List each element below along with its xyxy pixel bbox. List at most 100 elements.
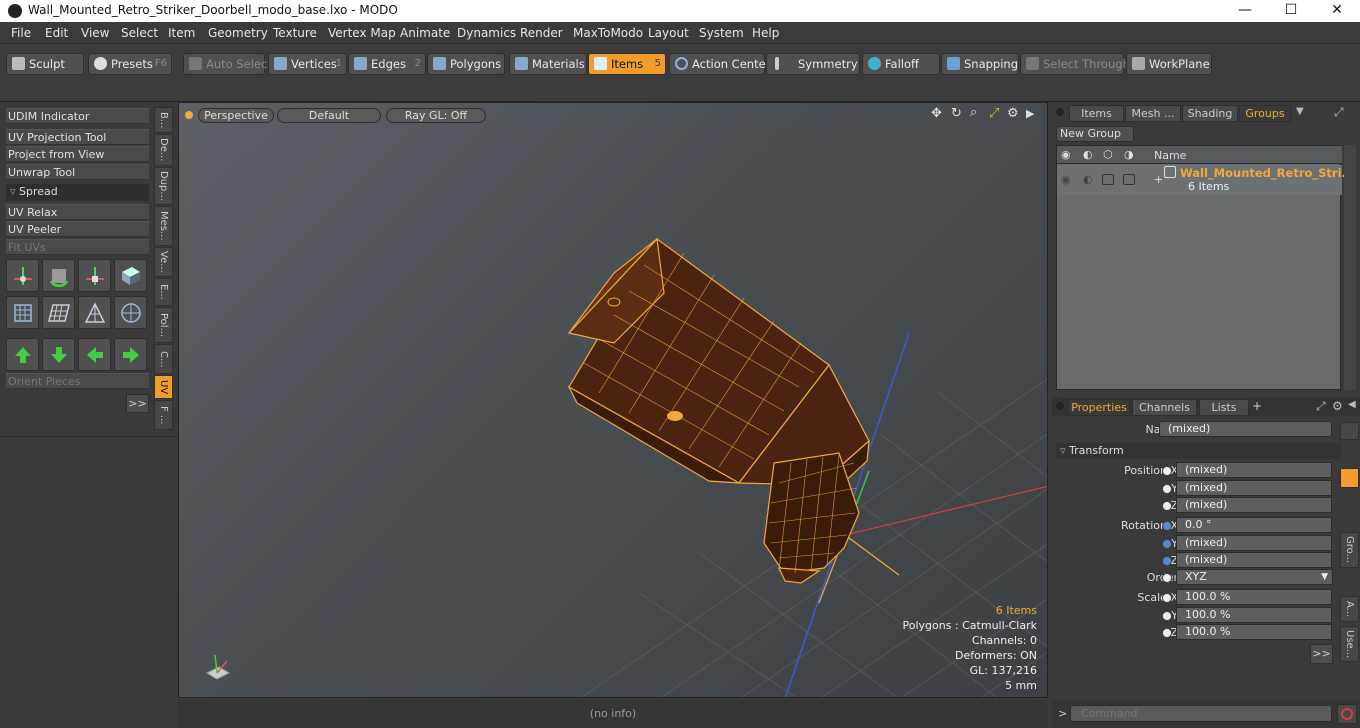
uv-box-tool-icon[interactable] (114, 259, 147, 292)
rotation-x-field[interactable]: 0.0 ° (1176, 517, 1332, 533)
uv-cone-tool-icon[interactable] (78, 296, 111, 329)
group-row[interactable]: ◉ ◐ + Wall_Mounted_Retro_Stri... 6 Items (1057, 165, 1355, 195)
orient-pieces-button[interactable]: Orient Pieces (6, 373, 149, 389)
uv-sphere-tool-icon[interactable] (114, 296, 147, 329)
menu-animate[interactable]: Animate (400, 26, 450, 40)
expand-group-icon[interactable]: + (1154, 173, 1163, 186)
menu-maxtomodo[interactable]: MaxToModo (573, 26, 643, 40)
uv-cylinder-tool-icon[interactable] (6, 296, 39, 329)
spread-section[interactable]: ▿ Spread (6, 184, 149, 201)
menu-item[interactable]: Item (168, 26, 195, 40)
rotate-view-icon[interactable]: ↻ (951, 107, 965, 121)
workplane-button[interactable]: WorkPlane (1126, 53, 1212, 75)
symmetry-button[interactable]: Symmetry (766, 53, 860, 75)
rotation-z-dot[interactable] (1162, 556, 1172, 566)
maximize-viewport-icon[interactable]: ⤢ (989, 107, 1003, 121)
vtab-right-active[interactable] (1340, 468, 1359, 488)
vtab-user[interactable]: Use... (1340, 626, 1359, 662)
render-toggle-icon[interactable]: ◐ (1083, 173, 1093, 186)
lock-column-icon[interactable]: ⬡ (1103, 148, 1113, 161)
view-mode-dropdown[interactable]: Perspective (198, 108, 274, 123)
vtab-vertex[interactable]: Ve... (154, 247, 173, 277)
tab-dropdown-arrow-icon[interactable]: ▼ (1296, 106, 1304, 117)
menu-system[interactable]: System (699, 26, 744, 40)
vtab-curve[interactable]: C... (154, 344, 173, 374)
menu-vertex-map[interactable]: Vertex Map (328, 26, 396, 40)
visibility-column-icon[interactable]: ◉ (1061, 148, 1071, 161)
fit-uvs-button[interactable]: Fit UVs (6, 239, 149, 255)
menu-geometry[interactable]: Geometry (208, 26, 268, 40)
tab-items[interactable]: Items (1069, 105, 1124, 122)
uv-align-down-icon[interactable] (42, 338, 75, 371)
vtab-right-blank[interactable] (1340, 422, 1359, 440)
panel-menu-icon[interactable] (1056, 108, 1064, 116)
vertices-button[interactable]: Vertices 1 (268, 53, 347, 75)
order-dropdown[interactable]: XYZ ▼ (1176, 569, 1333, 585)
menu-layout[interactable]: Layout (648, 26, 689, 40)
uv-transform-tool-icon[interactable] (78, 259, 111, 292)
vtab-assembly[interactable]: A... (1340, 596, 1359, 622)
vtab-uv[interactable]: UV (154, 375, 173, 399)
uv-projection-tool-button[interactable]: UV Projection Tool (6, 129, 149, 145)
select-checkbox[interactable] (1123, 174, 1135, 185)
select-column-icon[interactable]: ◑ (1124, 148, 1134, 161)
panel-maximize-icon[interactable]: ⤢ (1334, 105, 1344, 120)
uv-align-left-icon[interactable] (78, 338, 111, 371)
tab-lists[interactable]: Lists (1199, 399, 1249, 416)
menu-texture[interactable]: Texture (273, 26, 317, 40)
menu-edit[interactable]: Edit (45, 26, 68, 40)
tab-channels[interactable]: Channels (1132, 399, 1197, 416)
visibility-toggle-icon[interactable]: ◉ (1061, 173, 1071, 186)
edges-button[interactable]: Edges 2 (348, 53, 426, 75)
scale-z-field[interactable]: 100.0 % (1176, 624, 1332, 640)
uv-align-right-icon[interactable] (114, 338, 147, 371)
add-tab-button[interactable]: + (1252, 399, 1262, 413)
uv-relax-button[interactable]: UV Relax (6, 204, 149, 220)
presets-button[interactable]: Presets F6 (88, 53, 172, 75)
menu-help[interactable]: Help (752, 26, 779, 40)
properties-gear-icon[interactable]: ⚙ (1332, 399, 1343, 413)
polygons-button[interactable]: Polygons (427, 53, 505, 75)
command-input[interactable] (1070, 705, 1332, 722)
action-center-button[interactable]: Action Center (669, 53, 770, 75)
menu-select[interactable]: Select (121, 26, 158, 40)
new-group-button[interactable]: New Group (1056, 126, 1134, 142)
materials-button[interactable]: Materials (509, 53, 587, 75)
uv-rotate-tool-icon[interactable] (42, 259, 75, 292)
vtab-polygon[interactable]: Pol... (154, 307, 173, 343)
position-x-dot[interactable] (1162, 466, 1172, 476)
vtab-mesh-edit[interactable]: Mes... (154, 206, 173, 246)
tab-groups[interactable]: Groups (1239, 105, 1291, 122)
close-button[interactable]: ✕ (1314, 0, 1360, 22)
scale-x-field[interactable]: 100.0 % (1176, 589, 1332, 605)
vtab-fusion[interactable]: F ... (154, 400, 173, 430)
shading-dropdown[interactable]: Default (277, 108, 381, 123)
rotation-y-dot[interactable] (1162, 539, 1172, 549)
uv-align-up-icon[interactable] (6, 338, 39, 371)
sculpt-button[interactable]: Sculpt (6, 53, 84, 75)
rotation-x-dot[interactable] (1162, 521, 1172, 531)
select-through-button[interactable]: Select Through (1020, 53, 1130, 75)
pan-icon[interactable]: ✥ (931, 107, 945, 121)
tab-properties[interactable]: Properties (1068, 399, 1130, 416)
scale-y-dot[interactable] (1162, 611, 1172, 621)
order-dot[interactable] (1162, 573, 1172, 583)
uv-peeler-button[interactable]: UV Peeler (6, 221, 149, 237)
transform-section[interactable]: ▿ Transform (1056, 443, 1341, 459)
position-z-dot[interactable] (1162, 501, 1172, 511)
position-y-dot[interactable] (1162, 484, 1172, 494)
record-macro-button[interactable] (1337, 704, 1357, 724)
vtab-edge[interactable]: E... (154, 278, 173, 306)
scale-z-dot[interactable] (1162, 628, 1172, 638)
render-column-icon[interactable]: ◐ (1083, 148, 1093, 161)
position-z-field[interactable]: (mixed) (1176, 497, 1332, 513)
viewport-settings-gear-icon[interactable]: ⚙ (1007, 107, 1021, 121)
uv-move-tool-icon[interactable] (6, 259, 39, 292)
maximize-button[interactable]: ☐ (1268, 0, 1314, 22)
name-field[interactable]: (mixed) (1159, 421, 1332, 437)
zoom-icon[interactable]: ⌕ (970, 106, 984, 120)
project-from-view-button[interactable]: Project from View (6, 146, 149, 162)
3d-viewport[interactable]: Perspective Default Ray GL: Off ✥ ↻ ⌕ ⤢ … (178, 102, 1048, 698)
name-column-header[interactable]: Name (1154, 149, 1186, 162)
rotation-z-field[interactable]: (mixed) (1176, 552, 1332, 568)
